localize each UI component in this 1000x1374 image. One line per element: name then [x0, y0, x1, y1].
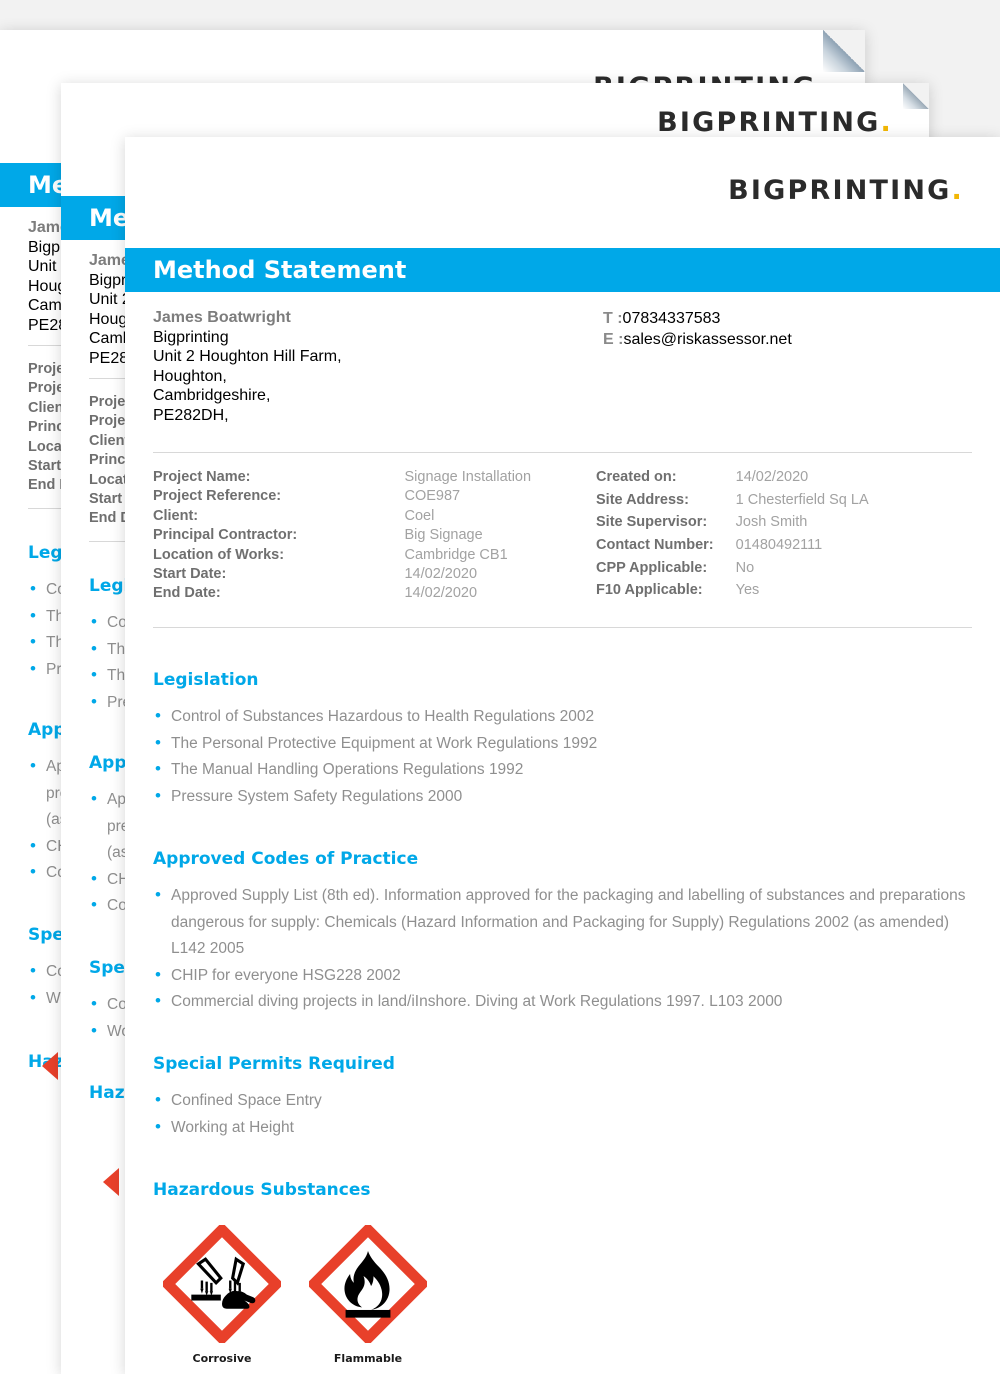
detail-value: No: [735, 559, 755, 576]
phone-row: T :07834337583: [603, 308, 792, 329]
detail-key: F10 Applicable:: [596, 582, 703, 599]
ghs-corrosive-icon: [103, 1168, 119, 1196]
table-row: Site Address: 1 Chesterfield Sq LA: [596, 491, 869, 514]
ghs-corrosive-icon: [160, 1222, 284, 1346]
contact-block: James Boatwright Bigprinting Unit 2 Houg…: [153, 308, 972, 426]
list-item: Approved Supply List (8th ed). Informati…: [153, 882, 974, 963]
hazardous-substances-section: Hazardous Substances: [153, 1180, 972, 1214]
divider-above-details: [153, 452, 972, 453]
hazard-pictogram-corrosive: Corrosive: [160, 1222, 284, 1365]
detail-value: Big Signage: [404, 527, 483, 544]
page-corner-fold-icon: [903, 83, 929, 109]
hazardous-substances-heading: Hazardous Substances: [153, 1180, 371, 1200]
brand-logo-dot: .: [880, 107, 893, 138]
project-details: Project Name: Signage Installation Projec…: [153, 468, 869, 604]
approved-codes-heading: Approved Codes of Practice: [153, 849, 419, 869]
table-row: Location of Works: Cambridge CB1: [153, 546, 596, 565]
email-value: sales@riskassessor.net: [623, 331, 792, 348]
contact-postcode: PE282DH,: [153, 406, 229, 424]
pictogram-label: Corrosive: [192, 1352, 252, 1365]
detail-key: End Date:: [153, 585, 221, 602]
page-corner-fold-icon: [823, 30, 865, 72]
contact-name: James Boatwright: [153, 309, 291, 326]
legislation-list: Control of Substances Hazardous to Healt…: [153, 703, 972, 811]
detail-value: Yes: [735, 582, 760, 599]
detail-key: Site Supervisor:: [596, 514, 708, 531]
special-permits-list: Confined Space Entry Working at Height: [153, 1087, 972, 1142]
special-permits-section: Special Permits Required Confined Space …: [153, 1054, 972, 1141]
contact-address-line-2: Houghton,: [153, 367, 227, 385]
contact-company: Bigprinting: [153, 328, 229, 346]
list-item: Commercial diving projects in land/iInsh…: [153, 988, 974, 1016]
list-item: The Manual Handling Operations Regulatio…: [153, 756, 972, 784]
project-details-right: Created on: 14/02/2020 Site Address: 1 Che…: [596, 468, 869, 604]
list-item: Working at Height: [153, 1114, 972, 1142]
contact-address-line-3: Cambridgeshire,: [153, 387, 271, 405]
table-row: End Date: 14/02/2020: [153, 584, 596, 603]
detail-key: Project Reference:: [153, 488, 282, 505]
contact-address-line-1: Unit 2 Houghton Hill Farm,: [153, 348, 342, 366]
document-title-band: Method Statement: [125, 248, 1000, 292]
table-row: F10 Applicable: Yes: [596, 581, 869, 604]
detail-value: 14/02/2020: [735, 469, 809, 485]
table-row: Principal Contractor: Big Signage: [153, 526, 596, 545]
legislation-heading: Legislation: [153, 670, 259, 690]
pictogram-label: Flammable: [333, 1352, 403, 1365]
detail-value: 01480492111: [735, 536, 823, 553]
approved-codes-section: Approved Codes of Practice Approved Supp…: [153, 849, 974, 1016]
email-label: E :: [603, 331, 624, 348]
list-item: Confined Space Entry: [153, 1087, 972, 1115]
brand-logo-front: BIGPRINTING.: [728, 175, 964, 206]
detail-value: 14/02/2020: [404, 585, 478, 602]
detail-value: COE987: [404, 488, 461, 505]
brand-logo-text: BIGPRINTING: [657, 107, 881, 138]
detail-key: Contact Number:: [596, 536, 714, 553]
list-item: The Personal Protective Equipment at Wor…: [153, 730, 972, 758]
table-row: Start Date: 14/02/2020: [153, 565, 596, 584]
detail-value: Cambridge CB1: [404, 546, 508, 563]
table-row: Client: Coel: [153, 507, 596, 526]
detail-value: Coel: [404, 507, 435, 524]
detail-key: Client:: [153, 507, 199, 524]
brand-logo-dot: .: [951, 175, 964, 206]
table-row: CPP Applicable: No: [596, 559, 869, 582]
detail-value: Signage Installation: [404, 469, 532, 485]
brand-logo-text: BIGPRINTING: [728, 175, 952, 206]
divider-below-details: [153, 627, 972, 628]
detail-value: 1 Chesterfield Sq LA: [735, 491, 869, 508]
special-permits-heading: Special Permits Required: [153, 1054, 395, 1074]
list-item: Pressure System Safety Regulations 2000: [153, 783, 972, 811]
table-row: Project Reference: COE987: [153, 487, 596, 506]
email-row: E :sales@riskassessor.net: [603, 329, 792, 350]
list-item: CHIP for everyone HSG228 2002: [153, 962, 974, 990]
detail-key: Project Name:: [153, 469, 251, 485]
ghs-corrosive-icon: [42, 1052, 58, 1080]
detail-key: Created on:: [596, 469, 677, 485]
project-details-left: Project Name: Signage Installation Projec…: [153, 468, 596, 604]
detail-key: Principal Contractor:: [153, 527, 298, 544]
phone-label: T :: [603, 310, 623, 327]
page-title: Method Statement: [153, 256, 407, 284]
detail-key: Start Date:: [153, 566, 227, 583]
contact-address: James Boatwright Bigprinting Unit 2 Houg…: [153, 308, 603, 426]
list-item: Control of Substances Hazardous to Healt…: [153, 703, 972, 731]
brand-logo-middle: BIGPRINTING.: [657, 107, 893, 138]
legislation-section: Legislation Control of Substances Hazard…: [153, 670, 972, 810]
approved-codes-list: Approved Supply List (8th ed). Informati…: [153, 882, 974, 1016]
ghs-flammable-icon: [306, 1222, 430, 1346]
phone-value: 07834337583: [622, 310, 721, 327]
hazard-pictogram-row: Corrosive Flammable: [160, 1222, 430, 1365]
hazard-pictogram-flammable: Flammable: [306, 1222, 430, 1365]
table-row: Site Supervisor: Josh Smith: [596, 513, 869, 536]
contact-phone-email: T :07834337583 E :sales@riskassessor.net: [603, 308, 792, 426]
document-sheet-front[interactable]: BIGPRINTING. Method Statement James Boat…: [125, 137, 1000, 1374]
detail-key: Site Address:: [596, 491, 689, 508]
table-row: Created on: 14/02/2020: [596, 468, 869, 491]
detail-value: Josh Smith: [735, 514, 808, 531]
table-row: Contact Number: 01480492111: [596, 536, 869, 559]
detail-key: CPP Applicable:: [596, 559, 708, 576]
detail-key: Location of Works:: [153, 546, 285, 563]
detail-value: 14/02/2020: [404, 566, 478, 583]
table-row: Project Name: Signage Installation: [153, 468, 596, 487]
